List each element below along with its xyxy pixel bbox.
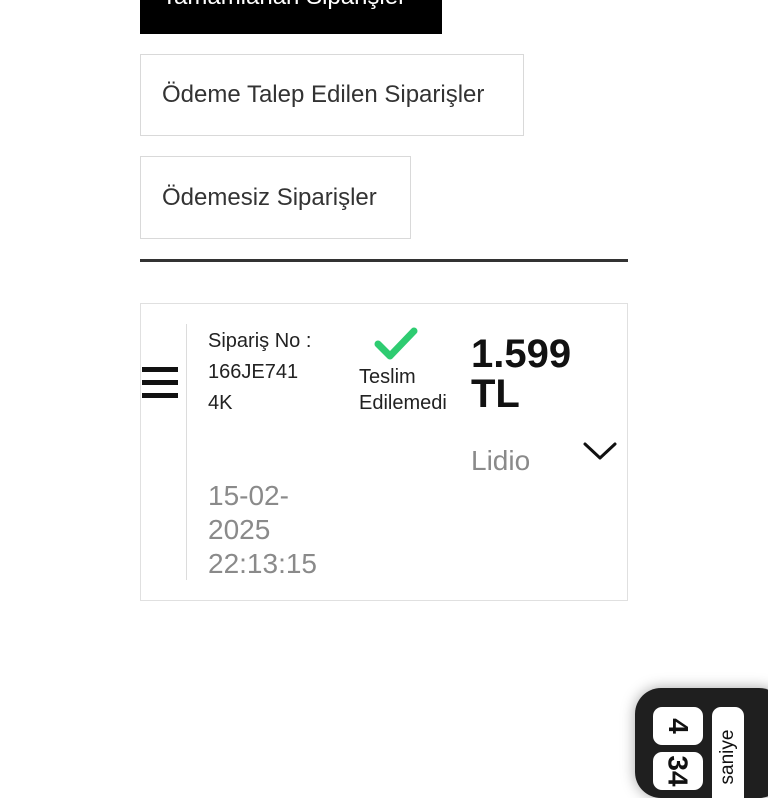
order-date: 15-02-2025 22:13:15: [208, 480, 317, 579]
timer-unit: saniye: [712, 707, 744, 798]
tab-payment-requested-orders[interactable]: Ödeme Talep Edilen Siparişler: [140, 54, 524, 136]
tab-payment-requested-label: Ödeme Talep Edilen Siparişler: [162, 81, 485, 108]
order-price: 1.599 TL: [471, 332, 572, 416]
section-divider: [140, 259, 628, 262]
timer-digit: 4: [653, 707, 703, 745]
countdown-timer[interactable]: 4 34 saniye: [635, 688, 768, 798]
order-card[interactable]: Sipariş No : 166JE741 4K 15-02-2025 22:1…: [140, 303, 628, 601]
tab-unpaid-orders[interactable]: Ödemesiz Siparişler: [140, 156, 411, 239]
order-number-value: 166JE741 4K: [208, 361, 299, 414]
tab-completed-orders[interactable]: Tamamlanan Siparişler: [140, 0, 442, 34]
tab-completed-label: Tamamlanan Siparişler: [162, 0, 406, 11]
tab-unpaid-label: Ödemesiz Siparişler: [162, 183, 377, 211]
order-number: Sipariş No : 166JE741 4K: [208, 326, 328, 419]
delivery-status: Teslim Edilemedi: [359, 366, 447, 414]
order-number-label: Sipariş No :: [208, 330, 312, 352]
checkmark-icon: [374, 327, 418, 360]
timer-digit: 34: [653, 752, 703, 790]
card-separator: [186, 324, 187, 580]
chevron-down-icon[interactable]: [582, 439, 618, 463]
menu-icon[interactable]: [142, 367, 178, 399]
payment-provider: Lidio: [471, 445, 531, 476]
